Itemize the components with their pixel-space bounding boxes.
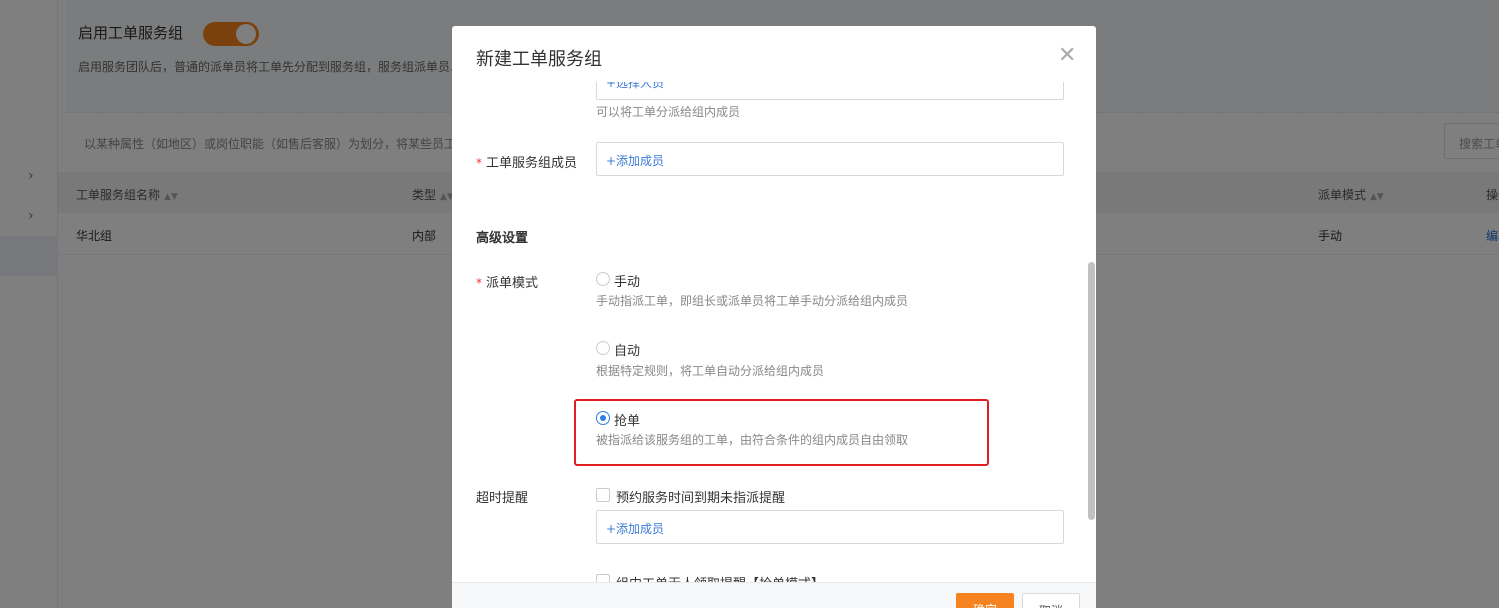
required-mark: *: [476, 276, 482, 290]
timeout-label: 超时提醒: [476, 491, 529, 506]
modal-body: +选择人员 可以将工单分派给组内成员 * 工单服务组成员 +添加成员 高级设置 *…: [452, 82, 1096, 582]
radio-manual-label[interactable]: 手动: [614, 271, 640, 290]
timeout-add-member-link[interactable]: +添加成员: [606, 520, 664, 537]
radio-manual-hint: 手动指派工单，即组长或派单员将工单手动分派给组内成员: [596, 294, 909, 308]
modal-title: 新建工单服务组: [476, 49, 602, 70]
modal-footer: 确定 取消: [452, 582, 1096, 608]
timeout-checkbox-1[interactable]: [596, 488, 610, 502]
dispatch-mode-label: * 派单模式: [476, 276, 539, 291]
members-label: * 工单服务组成员: [476, 156, 578, 171]
scrollbar-thumb[interactable]: [1088, 262, 1095, 520]
radio-auto[interactable]: [596, 341, 610, 355]
radio-auto-hint: 根据特定规则，将工单自动分派给组内成员: [596, 364, 825, 378]
timeout-checkbox-2[interactable]: [596, 574, 610, 582]
create-service-group-modal: 新建工单服务组 ✕ +选择人员 可以将工单分派给组内成员 * 工单服务组成员 +添…: [452, 26, 1096, 608]
radio-auto-label[interactable]: 自动: [614, 340, 640, 359]
timeout-checkbox-1-label[interactable]: 预约服务时间到期未指派提醒: [616, 487, 785, 506]
timeout-checkbox-2-label[interactable]: 组内工单无人领取提醒【抢单模式】: [616, 573, 824, 582]
timeout-members-field[interactable]: +添加成员: [596, 510, 1064, 544]
select-person-link[interactable]: +选择人员: [606, 82, 664, 91]
required-mark: *: [476, 156, 482, 170]
confirm-button[interactable]: 确定: [956, 593, 1014, 608]
members-field[interactable]: +添加成员: [596, 142, 1064, 176]
advanced-settings-title: 高级设置: [476, 231, 529, 246]
select-person-hint: 可以将工单分派给组内成员: [596, 105, 741, 119]
highlight-box: [574, 399, 989, 466]
select-person-field[interactable]: +选择人员: [596, 82, 1064, 100]
close-icon[interactable]: ✕: [1058, 43, 1076, 69]
radio-manual[interactable]: [596, 272, 610, 286]
add-member-link[interactable]: +添加成员: [606, 152, 664, 169]
cancel-button[interactable]: 取消: [1022, 593, 1080, 608]
